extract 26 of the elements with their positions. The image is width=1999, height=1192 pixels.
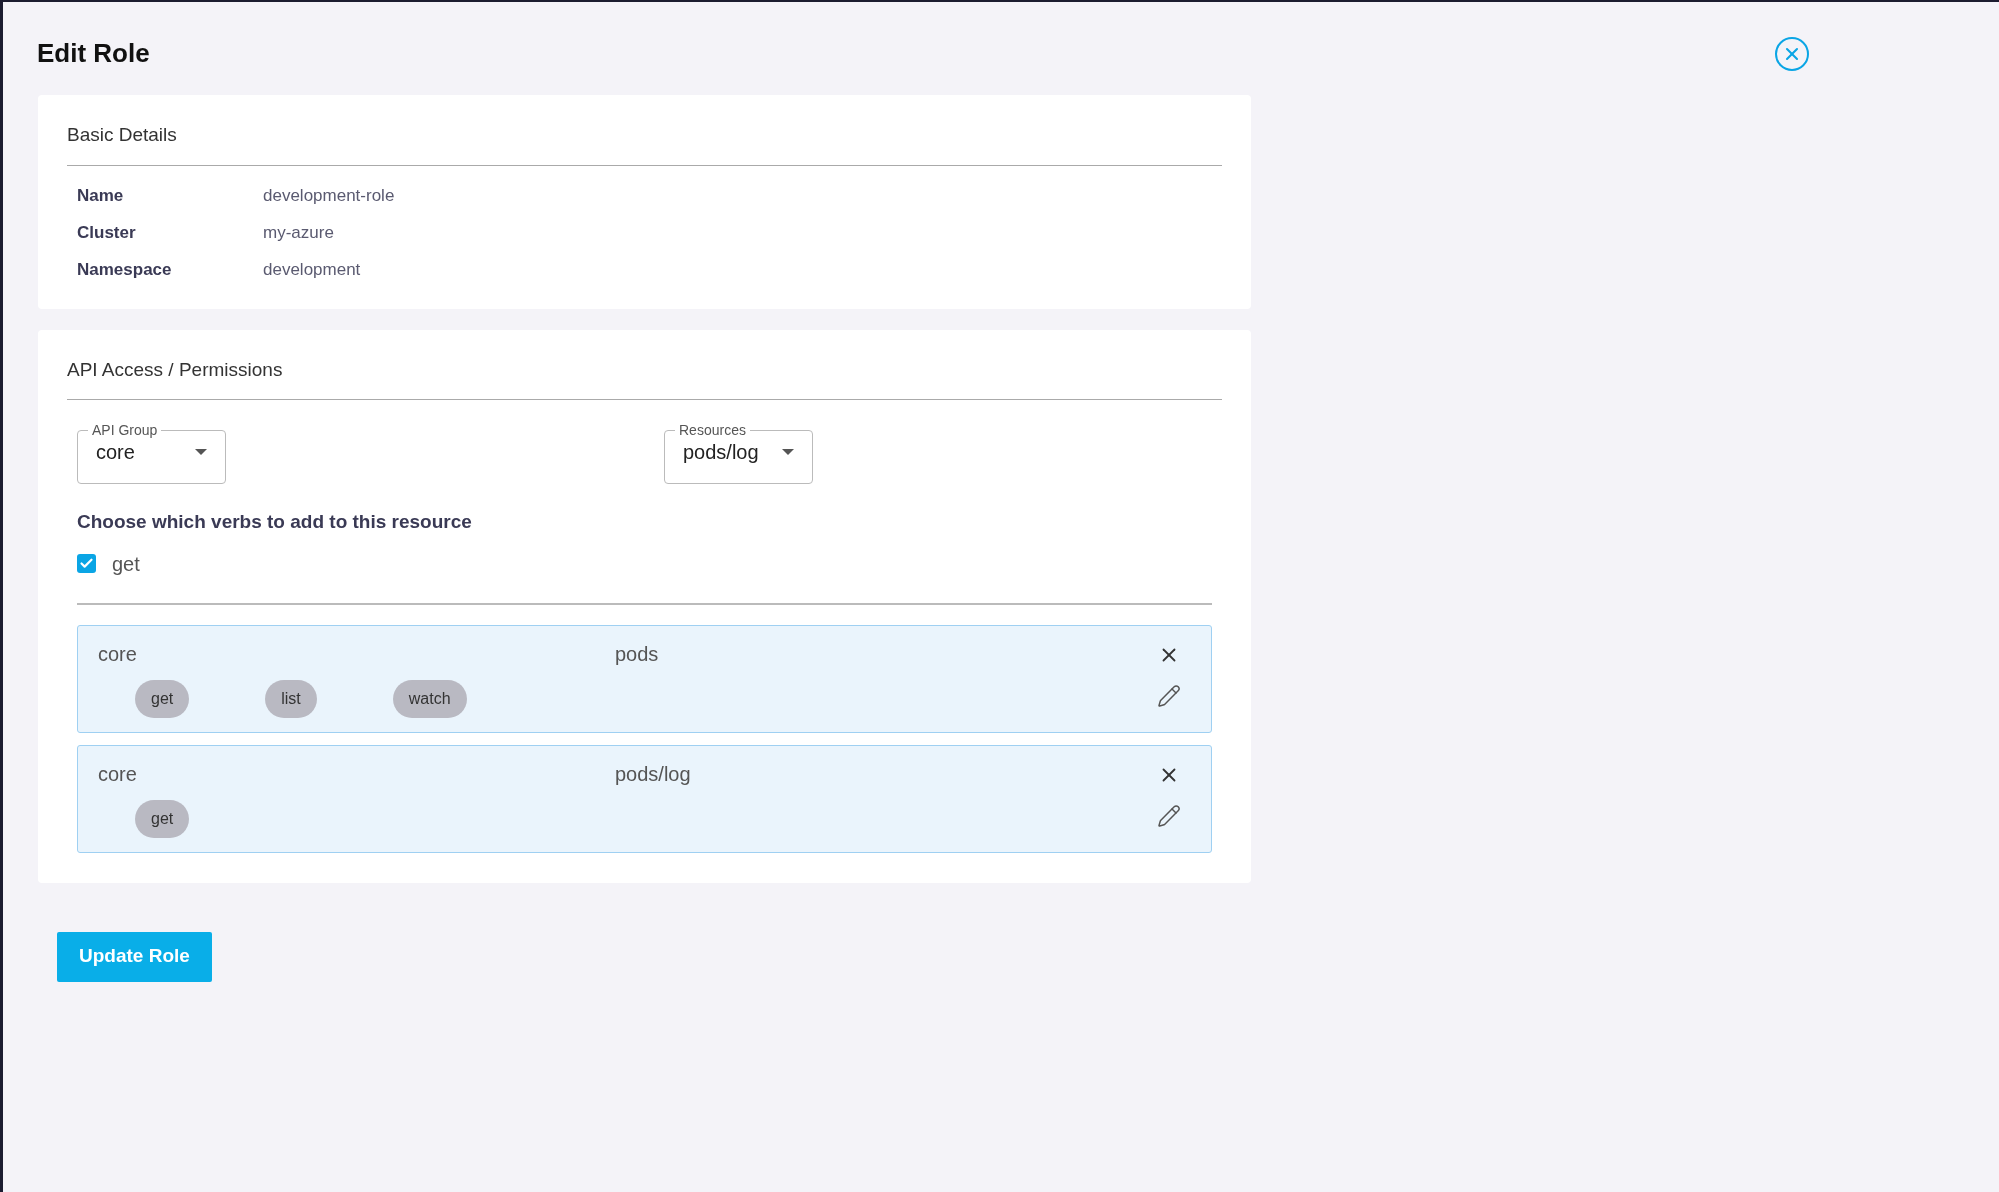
verbs-heading: Choose which verbs to add to this resource <box>77 510 473 534</box>
page-title: Edit Role <box>37 37 150 70</box>
section-heading: API Access / Permissions <box>67 355 1222 400</box>
resource-text: pods <box>615 641 660 667</box>
verb-chip: list <box>265 679 317 718</box>
checkbox-label: get <box>112 551 140 577</box>
field-label: Name <box>77 184 125 207</box>
pencil-icon[interactable] <box>1157 803 1181 828</box>
pencil-icon[interactable] <box>1157 683 1181 708</box>
verb-chip: watch <box>392 679 467 718</box>
verb-chip: get <box>135 799 190 838</box>
api-group-text: core <box>98 641 138 666</box>
checkbox[interactable] <box>77 554 96 573</box>
section-heading: Basic Details <box>67 121 1222 166</box>
dropdown-caret-icon <box>782 449 794 455</box>
field-value: development <box>263 258 361 281</box>
field-value: my-azure <box>263 221 334 244</box>
resource-text: pods/log <box>615 761 692 787</box>
select-field[interactable]: API Group core <box>77 422 226 484</box>
field-value: development-role <box>263 184 395 207</box>
field-label: Cluster <box>77 221 137 244</box>
select-field[interactable]: Resources pods/log <box>664 422 813 484</box>
dropdown-caret-icon <box>195 449 207 455</box>
api-group-text: core <box>98 761 138 786</box>
verb-chip: get <box>135 679 190 718</box>
field-label: Namespace <box>77 258 173 281</box>
